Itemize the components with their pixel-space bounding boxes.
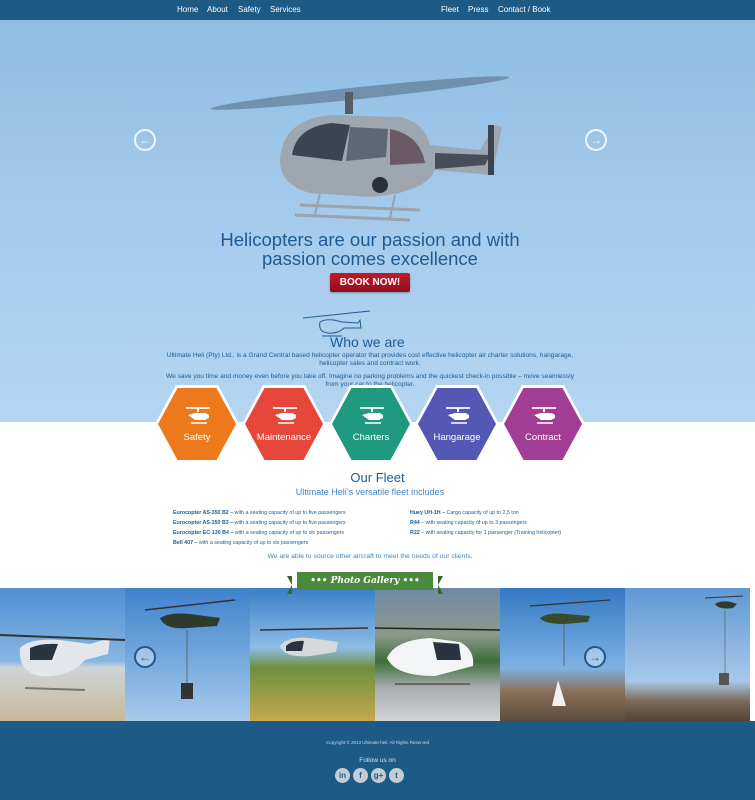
- aircraft-desc: with a seating capacity of up to five pa…: [233, 510, 346, 516]
- fleet-item: Huey UH-1H – Cargo capacity of up to 2,5…: [410, 508, 561, 518]
- fleet-item: Eurocopter AS-350 B3 – with a seating ca…: [173, 518, 346, 528]
- fleet-item: Eurocopter AS-350 B2 – with a seating ca…: [173, 508, 346, 518]
- service-safety-tile[interactable]: Safety: [155, 385, 239, 463]
- photo-gallery-ribbon: ••• Photo Gallery •••: [287, 572, 443, 594]
- aircraft-desc: with a seating capacity of up to six pas…: [197, 540, 309, 546]
- aircraft-desc: Cargo capacity of up to 2,5 ton: [445, 510, 519, 516]
- fleet-item: Eurocopter EC-130 B4 – with a seating ca…: [173, 528, 346, 538]
- aircraft-desc: with a seating capacity of up to six pas…: [233, 530, 345, 536]
- book-now-button[interactable]: BOOK NOW!: [330, 273, 410, 292]
- linkedin-icon[interactable]: in: [335, 768, 350, 783]
- aircraft-name: Bell 407 –: [173, 540, 198, 546]
- gallery-photo[interactable]: [625, 588, 750, 721]
- copyright-text: Copyright © 2013 Ultimate-heli. All Righ…: [325, 740, 430, 745]
- fleet-title: Our Fleet: [350, 470, 405, 485]
- service-label: Charters: [352, 432, 390, 443]
- helicopter-icon: [531, 406, 557, 424]
- aircraft-desc: – with seating capacity of up to 3 passe…: [419, 520, 527, 526]
- hero-headline: Helicopters are our passion and with pas…: [160, 230, 580, 268]
- service-charters-tile[interactable]: Charters: [329, 385, 413, 463]
- google-plus-icon[interactable]: g+: [371, 768, 386, 783]
- hero-next-arrow[interactable]: →: [585, 129, 607, 151]
- hero-headline-line1: Helicopters are our passion and with: [220, 229, 520, 250]
- nav-about[interactable]: About: [207, 5, 228, 14]
- facebook-icon[interactable]: f: [353, 768, 368, 783]
- chevron-left-circle-icon: ←: [139, 133, 151, 147]
- fleet-note: We are able to source other aircraft to …: [267, 553, 473, 560]
- hero-headline-line2: passion comes excellence: [262, 248, 478, 269]
- service-label: Hangarage: [433, 432, 481, 443]
- nav-services[interactable]: Services: [270, 5, 301, 14]
- service-label: Safety: [183, 432, 211, 443]
- service-label: Contract: [525, 432, 561, 443]
- service-label: Maintenance: [256, 432, 312, 443]
- aircraft-desc: – with seating capacity for 1 passenger …: [419, 530, 562, 536]
- service-hangarage-tile[interactable]: Hangarage: [415, 385, 499, 463]
- aircraft-desc: with a seating capacity of up to five pa…: [233, 520, 346, 526]
- aircraft-name: Eurocopter AS-350 B2 –: [173, 510, 234, 516]
- helicopter-icon: [272, 406, 298, 424]
- helicopter-icon: [185, 406, 211, 424]
- helicopter-icon: [445, 406, 471, 424]
- aircraft-name: R22: [410, 530, 420, 536]
- fleet-item: R44 – with seating capacity of up to 3 p…: [410, 518, 561, 528]
- about-paragraph-1: Ultimate Heli (Pty) Ltd., is a Grand Cen…: [166, 352, 574, 367]
- gallery-photo[interactable]: [0, 588, 125, 721]
- aircraft-name: Eurocopter AS-350 B3 –: [173, 520, 234, 526]
- nav-contact-book[interactable]: Contact / Book: [498, 5, 550, 14]
- footer: Copyright © 2013 Ultimate-heli. All Righ…: [0, 721, 755, 800]
- fleet-subtitle: Ultimate Heli’s versatile fleet includes: [295, 487, 445, 497]
- fleet-list-left: Eurocopter AS-350 B2 – with a seating ca…: [173, 508, 346, 548]
- chevron-right-circle-icon: →: [589, 650, 601, 664]
- chevron-right-circle-icon: →: [590, 133, 602, 147]
- gallery-prev-arrow[interactable]: ←: [134, 646, 156, 668]
- fleet-item: Bell 407 – with a seating capacity of up…: [173, 538, 346, 548]
- service-maintenance-tile[interactable]: Maintenance: [242, 385, 326, 463]
- nav-fleet[interactable]: Fleet: [441, 5, 459, 14]
- gallery-photo[interactable]: [250, 588, 375, 721]
- hero-prev-arrow[interactable]: ←: [134, 129, 156, 151]
- nav-press[interactable]: Press: [468, 5, 488, 14]
- nav-home[interactable]: Home: [177, 5, 198, 14]
- gallery-photo[interactable]: [500, 588, 625, 721]
- fleet-list-right: Huey UH-1H – Cargo capacity of up to 2,5…: [410, 508, 561, 538]
- follow-us-label: Follow us on: [359, 757, 396, 764]
- chevron-left-circle-icon: ←: [139, 650, 151, 664]
- twitter-icon[interactable]: t: [389, 768, 404, 783]
- helicopter-icon: [359, 406, 385, 424]
- service-contract-tile[interactable]: Contract: [501, 385, 585, 463]
- hero-section: ← → Helicopters are our passion and with…: [0, 20, 755, 422]
- aircraft-name: Eurocopter EC-130 B4 –: [173, 530, 234, 536]
- hero-helicopter-image: [210, 76, 510, 222]
- aircraft-name: Huey UH-1H –: [410, 510, 446, 516]
- who-we-are-title: Who we are: [330, 334, 405, 350]
- gallery-next-arrow[interactable]: →: [584, 646, 606, 668]
- fleet-item: R22 – with seating capacity for 1 passen…: [410, 528, 561, 538]
- aircraft-name: R44: [410, 520, 420, 526]
- nav-safety[interactable]: Safety: [238, 5, 261, 14]
- gallery-photo[interactable]: [375, 588, 500, 721]
- top-nav: Home About Safety Services Fleet Press C…: [0, 0, 755, 20]
